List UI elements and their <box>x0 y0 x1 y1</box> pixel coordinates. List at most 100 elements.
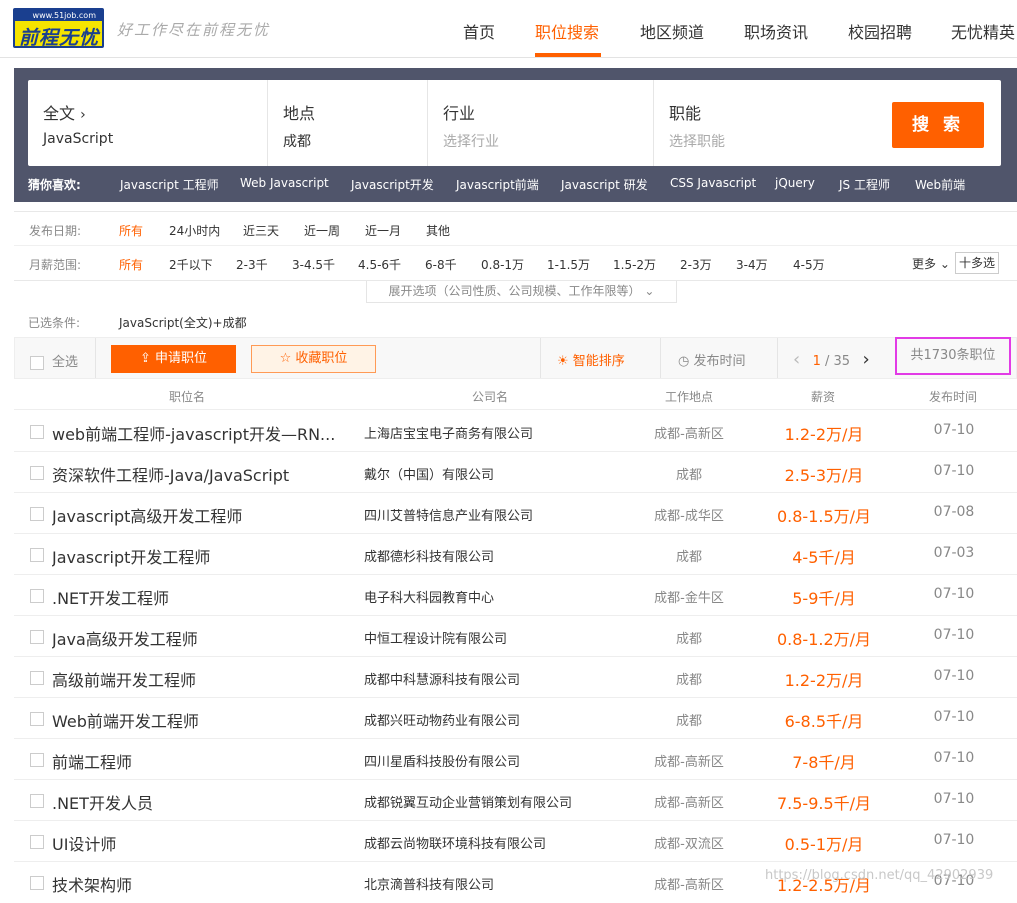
select-all[interactable]: 全选 <box>30 351 78 370</box>
job-row[interactable]: Javascript开发工程师 成都德杉科技有限公司 成都 4-5千/月 07-03 <box>14 534 1017 575</box>
company-name[interactable]: 北京滴普科技有限公司 <box>364 874 494 893</box>
job-row[interactable]: 前端工程师 四川星盾科技股份有限公司 成都-高新区 7-8千/月 07-10 <box>14 739 1017 780</box>
row-checkbox[interactable] <box>30 507 44 521</box>
nav-elite[interactable]: 无忧精英 <box>951 19 1015 43</box>
salary-opt[interactable]: 4.5-6千 <box>358 256 401 273</box>
date-opt[interactable]: 近三天 <box>243 222 279 239</box>
sort-by-time-button[interactable]: ◷ 发布时间 <box>678 350 746 369</box>
company-name[interactable]: 成都德杉科技有限公司 <box>364 546 494 565</box>
job-row[interactable]: 资深软件工程师-Java/JavaScript 戴尔（中国）有限公司 成都 2.5-3… <box>14 452 1017 493</box>
row-checkbox[interactable] <box>30 753 44 767</box>
company-name[interactable]: 电子科大科园教育中心 <box>364 587 494 606</box>
location-field[interactable]: 地点 成都 <box>268 80 428 166</box>
job-title[interactable]: web前端工程师-javascript开发—RN... <box>52 421 342 445</box>
select-all-checkbox[interactable] <box>30 355 44 370</box>
guess-item[interactable]: JS 工程师 <box>839 176 890 193</box>
date-opt[interactable]: 24小时内 <box>169 222 220 239</box>
salary-opt[interactable]: 0.8-1万 <box>481 256 524 273</box>
industry-placeholder[interactable]: 选择行业 <box>443 131 499 151</box>
location-value[interactable]: 成都 <box>283 131 311 151</box>
date-opt[interactable]: 近一周 <box>304 222 340 239</box>
salary-opt[interactable]: 所有 <box>119 256 143 273</box>
row-checkbox[interactable] <box>30 671 44 685</box>
salary-opt[interactable]: 2-3千 <box>236 256 268 273</box>
row-checkbox[interactable] <box>30 466 44 480</box>
guess-item[interactable]: Web前端 <box>915 176 965 193</box>
job-title[interactable]: Web前端开发工程师 <box>52 708 342 732</box>
company-name[interactable]: 成都兴旺动物药业有限公司 <box>364 710 520 729</box>
salary-opt[interactable]: 2-3万 <box>680 256 712 273</box>
row-checkbox[interactable] <box>30 425 44 439</box>
salary-opt[interactable]: 3-4万 <box>736 256 768 273</box>
function-placeholder[interactable]: 选择职能 <box>669 131 725 151</box>
row-checkbox[interactable] <box>30 876 44 890</box>
nav-region[interactable]: 地区频道 <box>640 19 704 43</box>
job-title[interactable]: Javascript开发工程师 <box>52 544 342 568</box>
row-checkbox[interactable] <box>30 712 44 726</box>
row-checkbox[interactable] <box>30 589 44 603</box>
nav-job-search[interactable]: 职位搜索 <box>535 19 599 43</box>
date-opt[interactable]: 近一月 <box>365 222 401 239</box>
company-name[interactable]: 成都云尚物联环境科技有限公司 <box>364 833 546 852</box>
row-checkbox[interactable] <box>30 794 44 808</box>
job-row[interactable]: Javascript高级开发工程师 四川艾普特信息产业有限公司 成都-成华区 0.8-… <box>14 493 1017 534</box>
job-title[interactable]: 高级前端开发工程师 <box>52 667 342 691</box>
company-name[interactable]: 成都中科慧源科技有限公司 <box>364 669 520 688</box>
job-title[interactable]: Javascript高级开发工程师 <box>52 503 342 527</box>
company-name[interactable]: 中恒工程设计院有限公司 <box>364 628 507 647</box>
salary-opt[interactable]: 6-8千 <box>425 256 457 273</box>
salary-opt[interactable]: 1-1.5万 <box>547 256 590 273</box>
guess-item[interactable]: Javascript前端 <box>456 176 539 193</box>
company-name[interactable]: 戴尔（中国）有限公司 <box>364 464 494 483</box>
company-name[interactable]: 成都锐翼互动企业营销策划有限公司 <box>364 792 572 811</box>
function-field[interactable]: 职能 选择职能 <box>654 80 874 166</box>
row-checkbox[interactable] <box>30 835 44 849</box>
job-title[interactable]: 资深软件工程师-Java/JavaScript <box>52 462 342 486</box>
more-button[interactable]: 更多 ⌄ <box>912 255 950 272</box>
job-row[interactable]: Web前端开发工程师 成都兴旺动物药业有限公司 成都 6-8.5千/月 07-10 <box>14 698 1017 739</box>
favorite-button[interactable]: ☆ 收藏职位 <box>251 345 376 373</box>
nav-home[interactable]: 首页 <box>463 19 495 43</box>
job-title[interactable]: .NET开发工程师 <box>52 585 342 609</box>
job-title[interactable]: .NET开发人员 <box>52 790 342 814</box>
nav-news[interactable]: 职场资讯 <box>744 19 808 43</box>
smart-sort-button[interactable]: ☀ 智能排序 <box>557 350 625 369</box>
fulltext-input[interactable]: JavaScript <box>43 131 113 147</box>
site-logo[interactable]: www.51job.com 前程无忧 <box>13 8 104 49</box>
date-opt[interactable]: 其他 <box>426 222 450 239</box>
search-button[interactable]: 搜 索 <box>892 102 984 148</box>
row-checkbox[interactable] <box>30 548 44 562</box>
guess-item[interactable]: Javascript 研发 <box>561 176 648 193</box>
prev-page-icon[interactable]: ‹ <box>793 349 800 370</box>
job-title[interactable]: 前端工程师 <box>52 749 342 773</box>
job-title[interactable]: Java高级开发工程师 <box>52 626 342 650</box>
guess-item[interactable]: jQuery <box>775 176 815 190</box>
fulltext-field[interactable]: 全文 › JavaScript <box>28 80 268 166</box>
nav-campus[interactable]: 校园招聘 <box>848 19 912 43</box>
salary-opt[interactable]: 4-5万 <box>793 256 825 273</box>
guess-item[interactable]: Javascript开发 <box>351 176 434 193</box>
guess-item[interactable]: Web Javascript <box>240 176 329 190</box>
job-row[interactable]: .NET开发人员 成都锐翼互动企业营销策划有限公司 成都-高新区 7.5-9.5千/月… <box>14 780 1017 821</box>
job-title[interactable]: UI设计师 <box>52 831 342 855</box>
row-checkbox[interactable] <box>30 630 44 644</box>
job-row[interactable]: 高级前端开发工程师 成都中科慧源科技有限公司 成都 1.2-2万/月 07-10 <box>14 657 1017 698</box>
salary-opt[interactable]: 1.5-2万 <box>613 256 656 273</box>
apply-button[interactable]: ⇪ 申请职位 <box>111 345 236 373</box>
salary-opt[interactable]: 3-4.5千 <box>292 256 335 273</box>
company-name[interactable]: 上海店宝宝电子商务有限公司 <box>364 423 533 442</box>
job-row[interactable]: Java高级开发工程师 中恒工程设计院有限公司 成都 0.8-1.2万/月 07-10 <box>14 616 1017 657</box>
industry-field[interactable]: 行业 选择行业 <box>428 80 654 166</box>
company-name[interactable]: 四川星盾科技股份有限公司 <box>364 751 520 770</box>
salary-opt[interactable]: 2千以下 <box>169 256 213 273</box>
job-title[interactable]: 技术架构师 <box>52 872 342 896</box>
next-page-icon[interactable]: › <box>862 349 869 370</box>
date-opt[interactable]: 所有 <box>119 222 143 239</box>
job-row[interactable]: UI设计师 成都云尚物联环境科技有限公司 成都-双流区 0.5-1万/月 07-10 <box>14 821 1017 862</box>
guess-item[interactable]: CSS Javascript <box>670 176 756 190</box>
job-row[interactable]: .NET开发工程师 电子科大科园教育中心 成都-金牛区 5-9千/月 07-10 <box>14 575 1017 616</box>
job-row[interactable]: web前端工程师-javascript开发—RN... 上海店宝宝电子商务有限公司… <box>14 411 1017 452</box>
expand-options-button[interactable]: 展开选项（公司性质、公司规模、工作年限等） ⌄ <box>366 281 677 303</box>
company-name[interactable]: 四川艾普特信息产业有限公司 <box>364 505 533 524</box>
multi-select-button[interactable]: 十多选 <box>955 252 999 274</box>
